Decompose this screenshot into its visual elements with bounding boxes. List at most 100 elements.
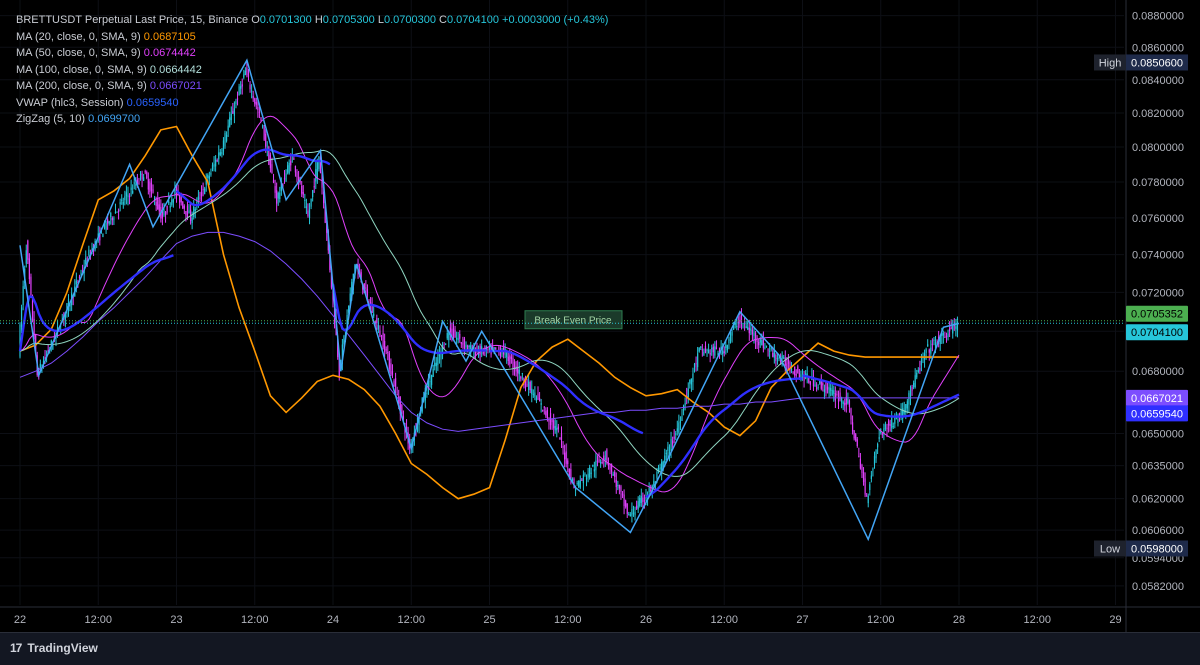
footer-bar: 17 TradingView: [0, 632, 1200, 665]
candle: [182, 201, 184, 210]
candle: [559, 437, 561, 440]
candle-body: [872, 468, 874, 470]
candle-body: [501, 352, 503, 354]
candle: [130, 179, 132, 197]
high-value: 0.0705300: [322, 14, 375, 26]
legend-zigzag[interactable]: ZigZag (5, 10) 0.0699700: [16, 111, 608, 128]
candle-body: [604, 458, 606, 460]
candle: [218, 145, 220, 165]
candle: [681, 409, 683, 421]
candle-body: [551, 419, 553, 423]
candle: [731, 329, 733, 343]
candle: [908, 390, 910, 413]
candle-body: [664, 455, 666, 463]
x-tick-label: 12:00: [867, 614, 895, 626]
candle: [916, 369, 918, 380]
candle: [542, 409, 544, 412]
tradingview-logo[interactable]: 17 TradingView: [10, 641, 98, 655]
candle: [902, 402, 904, 423]
candle-body: [294, 165, 297, 173]
candle-body: [158, 204, 160, 212]
candle-body: [578, 480, 580, 488]
candle: [815, 382, 818, 392]
legend-ma20[interactable]: MA (20, close, 0, SMA, 9) 0.0687105: [16, 29, 608, 46]
candle-body: [814, 384, 816, 387]
legend-ma200[interactable]: MA (200, close, 0, SMA, 9) 0.0667021: [16, 78, 608, 95]
legend-ma100[interactable]: MA (100, close, 0, SMA, 9) 0.0664442: [16, 62, 608, 79]
candle: [745, 320, 747, 329]
candle: [878, 429, 880, 443]
candle-body: [308, 209, 311, 219]
candle-body: [748, 327, 750, 334]
candle: [700, 346, 702, 351]
price-axis[interactable]: 0.0880000 0.0860000 0.0840000 0.0820000 0.08…: [1094, 0, 1188, 632]
candle-body: [117, 210, 120, 212]
candle-body: [157, 199, 159, 210]
legend-ma200-value: 0.0667021: [149, 80, 202, 92]
candle-body: [487, 349, 489, 351]
candle: [114, 203, 117, 214]
candle-body: [670, 439, 672, 451]
candle: [556, 420, 558, 438]
candle-body: [781, 355, 783, 359]
candle-body: [377, 325, 379, 330]
candle: [105, 220, 107, 234]
candle: [743, 317, 746, 331]
candle-body: [304, 199, 306, 201]
candle: [373, 305, 375, 318]
time-axis[interactable]: 22 12:00 23 12:00 24 12:00 25 12:00 26 12:00 27 12:…: [0, 606, 1200, 626]
candle: [540, 398, 542, 413]
candle-body: [587, 473, 589, 478]
legend-vwap[interactable]: VWAP (hlc3, Session) 0.0659540: [16, 95, 608, 112]
candle-body: [197, 196, 200, 200]
candle-body: [80, 272, 82, 274]
candle-body: [913, 382, 915, 388]
candle: [435, 357, 437, 374]
candle-body: [925, 349, 927, 353]
candle-body: [85, 257, 87, 265]
candle-body: [543, 406, 545, 408]
low-marker: Low 0.0598000: [1094, 540, 1188, 557]
candle: [795, 369, 797, 383]
candle: [88, 245, 90, 257]
candle-body: [772, 353, 774, 357]
brand-name: TradingView: [27, 641, 98, 655]
candle: [448, 331, 450, 348]
legend-ma50[interactable]: MA (50, close, 0, SMA, 9) 0.0674442: [16, 45, 608, 62]
x-tick-label: 29: [1109, 614, 1121, 626]
candle: [287, 161, 289, 175]
candle-body: [819, 381, 821, 384]
candle-body: [850, 408, 852, 420]
candle-body: [382, 332, 384, 348]
candle-body: [615, 479, 617, 488]
y-tick-label: 0.0820000: [1132, 108, 1184, 120]
candle-body: [155, 201, 157, 206]
candle-body: [426, 392, 428, 395]
candle-body: [460, 342, 462, 344]
candle-body: [920, 360, 923, 366]
candle: [634, 506, 636, 521]
candle: [612, 471, 614, 476]
candle: [659, 463, 661, 473]
candle-body: [208, 176, 210, 179]
candle: [308, 203, 311, 225]
candle: [581, 477, 583, 482]
candle-body: [384, 341, 386, 352]
candle: [222, 137, 225, 156]
symbol-title[interactable]: BRETTUSDT Perpetual Last Price, 15, Bina…: [16, 14, 248, 26]
candle-body: [564, 452, 566, 460]
candle-body: [916, 372, 918, 378]
candle-body: [202, 189, 204, 191]
candle-body: [307, 210, 309, 217]
candle-body: [546, 410, 549, 419]
candle: [933, 337, 935, 346]
chart-legend: BRETTUSDT Perpetual Last Price, 15, Bina…: [16, 12, 608, 128]
candle-body: [366, 288, 369, 296]
candle-body: [429, 381, 431, 383]
candle: [947, 329, 949, 341]
candle-body: [751, 330, 754, 335]
candle-body: [648, 487, 650, 493]
y-tick-label: 0.0880000: [1132, 11, 1184, 23]
candle-body: [526, 384, 528, 386]
candle-body: [836, 393, 838, 395]
